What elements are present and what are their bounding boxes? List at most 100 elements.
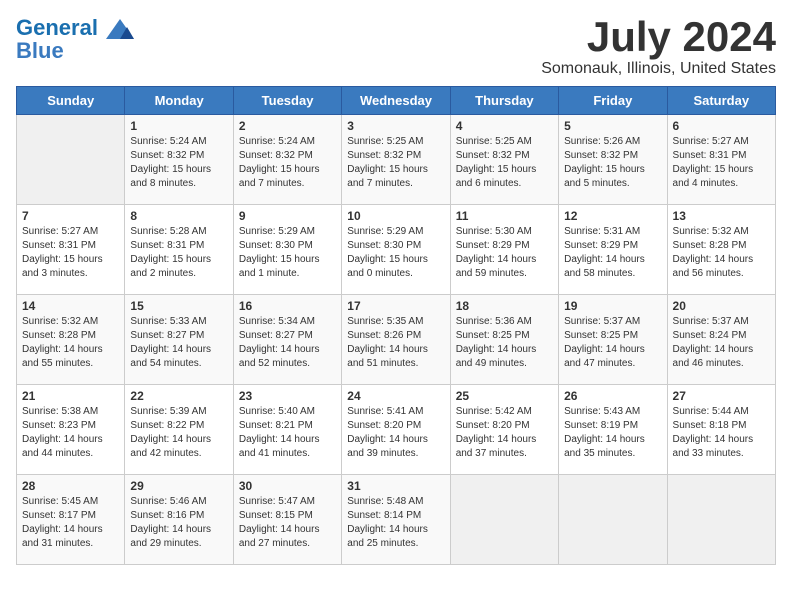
table-row: 23 Sunrise: 5:40 AM Sunset: 8:21 PM Dayli… bbox=[233, 385, 341, 475]
calendar-row: 7 Sunrise: 5:27 AM Sunset: 8:31 PM Daylig… bbox=[17, 205, 776, 295]
day-info: Sunrise: 5:46 AM Sunset: 8:16 PM Dayligh… bbox=[130, 495, 227, 551]
day-number: 5 bbox=[564, 119, 661, 133]
day-info: Sunrise: 5:29 AM Sunset: 8:30 PM Dayligh… bbox=[347, 225, 444, 281]
header-monday: Monday bbox=[125, 87, 233, 115]
day-number: 18 bbox=[456, 299, 553, 313]
day-info: Sunrise: 5:34 AM Sunset: 8:27 PM Dayligh… bbox=[239, 315, 336, 371]
header-sunday: Sunday bbox=[17, 87, 125, 115]
day-info: Sunrise: 5:31 AM Sunset: 8:29 PM Dayligh… bbox=[564, 225, 661, 281]
logo: General Blue bbox=[16, 16, 134, 62]
table-row: 25Sunrise: 5:42 AM Sunset: 8:20 PM Dayli… bbox=[450, 385, 558, 475]
table-row: 28 Sunrise: 5:45 AM Sunset: 8:17 PM Dayli… bbox=[17, 475, 125, 565]
table-row: 15 Sunrise: 5:33 AM Sunset: 8:27 PM Dayli… bbox=[125, 295, 233, 385]
day-info: Sunrise: 5:25 AM Sunset: 8:32 PM Dayligh… bbox=[347, 135, 444, 191]
table-row: 5 Sunrise: 5:26 AM Sunset: 8:32 PM Daylig… bbox=[559, 115, 667, 205]
day-number: 6 bbox=[673, 119, 770, 133]
day-number: 29 bbox=[130, 479, 227, 493]
day-info: Sunrise: 5:41 AM Sunset: 8:20 PM Dayligh… bbox=[347, 405, 444, 461]
day-info: Sunrise: 5:24 AM Sunset: 8:32 PM Dayligh… bbox=[239, 135, 336, 191]
table-row: 20 Sunrise: 5:37 AM Sunset: 8:24 PM Dayli… bbox=[667, 295, 775, 385]
day-number: 22 bbox=[130, 389, 227, 403]
day-number: 2 bbox=[239, 119, 336, 133]
weekday-header-row: Sunday Monday Tuesday Wednesday Thursday… bbox=[17, 87, 776, 115]
table-row: 4Sunrise: 5:25 AM Sunset: 8:32 PM Daylig… bbox=[450, 115, 558, 205]
day-number: 1 bbox=[130, 119, 227, 133]
calendar-row: 14Sunrise: 5:32 AM Sunset: 8:28 PM Dayli… bbox=[17, 295, 776, 385]
table-row: 30Sunrise: 5:47 AM Sunset: 8:15 PM Dayli… bbox=[233, 475, 341, 565]
day-info: Sunrise: 5:30 AM Sunset: 8:29 PM Dayligh… bbox=[456, 225, 553, 281]
day-number: 16 bbox=[239, 299, 336, 313]
header-tuesday: Tuesday bbox=[233, 87, 341, 115]
day-number: 24 bbox=[347, 389, 444, 403]
table-row bbox=[667, 475, 775, 565]
table-row bbox=[17, 115, 125, 205]
day-number: 13 bbox=[673, 209, 770, 223]
table-row: 10 Sunrise: 5:29 AM Sunset: 8:30 PM Dayli… bbox=[342, 205, 450, 295]
table-row: 19 Sunrise: 5:37 AM Sunset: 8:25 PM Dayli… bbox=[559, 295, 667, 385]
table-row bbox=[450, 475, 558, 565]
table-row: 18 Sunrise: 5:36 AM Sunset: 8:25 PM Dayli… bbox=[450, 295, 558, 385]
table-row bbox=[559, 475, 667, 565]
day-info: Sunrise: 5:40 AM Sunset: 8:21 PM Dayligh… bbox=[239, 405, 336, 461]
day-number: 27 bbox=[673, 389, 770, 403]
location-title: Somonauk, Illinois, United States bbox=[541, 60, 776, 78]
day-info: Sunrise: 5:24 AM Sunset: 8:32 PM Dayligh… bbox=[130, 135, 227, 191]
day-info: Sunrise: 5:48 AM Sunset: 8:14 PM Dayligh… bbox=[347, 495, 444, 551]
day-number: 9 bbox=[239, 209, 336, 223]
day-number: 10 bbox=[347, 209, 444, 223]
header-wednesday: Wednesday bbox=[342, 87, 450, 115]
table-row: 14Sunrise: 5:32 AM Sunset: 8:28 PM Dayli… bbox=[17, 295, 125, 385]
day-number: 7 bbox=[22, 209, 119, 223]
day-info: Sunrise: 5:28 AM Sunset: 8:31 PM Dayligh… bbox=[130, 225, 227, 281]
table-row: 29 Sunrise: 5:46 AM Sunset: 8:16 PM Dayli… bbox=[125, 475, 233, 565]
day-number: 28 bbox=[22, 479, 119, 493]
table-row: 9 Sunrise: 5:29 AM Sunset: 8:30 PM Daylig… bbox=[233, 205, 341, 295]
day-number: 17 bbox=[347, 299, 444, 313]
day-info: Sunrise: 5:43 AM Sunset: 8:19 PM Dayligh… bbox=[564, 405, 661, 461]
day-number: 11 bbox=[456, 209, 553, 223]
day-number: 19 bbox=[564, 299, 661, 313]
day-info: Sunrise: 5:45 AM Sunset: 8:17 PM Dayligh… bbox=[22, 495, 119, 551]
table-row: 8 Sunrise: 5:28 AM Sunset: 8:31 PM Daylig… bbox=[125, 205, 233, 295]
day-number: 20 bbox=[673, 299, 770, 313]
table-row: 22Sunrise: 5:39 AM Sunset: 8:22 PM Dayli… bbox=[125, 385, 233, 475]
day-info: Sunrise: 5:27 AM Sunset: 8:31 PM Dayligh… bbox=[673, 135, 770, 191]
table-row: 11 Sunrise: 5:30 AM Sunset: 8:29 PM Dayli… bbox=[450, 205, 558, 295]
table-row: 24 Sunrise: 5:41 AM Sunset: 8:20 PM Dayli… bbox=[342, 385, 450, 475]
day-info: Sunrise: 5:27 AM Sunset: 8:31 PM Dayligh… bbox=[22, 225, 119, 281]
page-header: General Blue July 2024 Somonauk, Illinoi… bbox=[16, 16, 776, 78]
table-row: 1 Sunrise: 5:24 AM Sunset: 8:32 PM Daylig… bbox=[125, 115, 233, 205]
table-row: 3 Sunrise: 5:25 AM Sunset: 8:32 PM Daylig… bbox=[342, 115, 450, 205]
day-number: 21 bbox=[22, 389, 119, 403]
calendar-header: Sunday Monday Tuesday Wednesday Thursday… bbox=[17, 87, 776, 115]
day-info: Sunrise: 5:37 AM Sunset: 8:25 PM Dayligh… bbox=[564, 315, 661, 371]
day-info: Sunrise: 5:36 AM Sunset: 8:25 PM Dayligh… bbox=[456, 315, 553, 371]
day-number: 4 bbox=[456, 119, 553, 133]
day-info: Sunrise: 5:47 AM Sunset: 8:15 PM Dayligh… bbox=[239, 495, 336, 551]
day-info: Sunrise: 5:33 AM Sunset: 8:27 PM Dayligh… bbox=[130, 315, 227, 371]
table-row: 13 Sunrise: 5:32 AM Sunset: 8:28 PM Dayli… bbox=[667, 205, 775, 295]
calendar-row: 21Sunrise: 5:38 AM Sunset: 8:23 PM Dayli… bbox=[17, 385, 776, 475]
day-info: Sunrise: 5:32 AM Sunset: 8:28 PM Dayligh… bbox=[673, 225, 770, 281]
header-thursday: Thursday bbox=[450, 87, 558, 115]
day-number: 31 bbox=[347, 479, 444, 493]
day-number: 8 bbox=[130, 209, 227, 223]
table-row: 7 Sunrise: 5:27 AM Sunset: 8:31 PM Daylig… bbox=[17, 205, 125, 295]
day-number: 15 bbox=[130, 299, 227, 313]
header-friday: Friday bbox=[559, 87, 667, 115]
calendar-row: 1 Sunrise: 5:24 AM Sunset: 8:32 PM Daylig… bbox=[17, 115, 776, 205]
day-info: Sunrise: 5:29 AM Sunset: 8:30 PM Dayligh… bbox=[239, 225, 336, 281]
day-info: Sunrise: 5:26 AM Sunset: 8:32 PM Dayligh… bbox=[564, 135, 661, 191]
table-row: 26 Sunrise: 5:43 AM Sunset: 8:19 PM Dayli… bbox=[559, 385, 667, 475]
day-number: 14 bbox=[22, 299, 119, 313]
day-number: 23 bbox=[239, 389, 336, 403]
day-info: Sunrise: 5:37 AM Sunset: 8:24 PM Dayligh… bbox=[673, 315, 770, 371]
logo-text: General bbox=[16, 16, 134, 40]
month-title: July 2024 bbox=[541, 16, 776, 58]
table-row: 27Sunrise: 5:44 AM Sunset: 8:18 PM Dayli… bbox=[667, 385, 775, 475]
day-number: 3 bbox=[347, 119, 444, 133]
table-row: 6 Sunrise: 5:27 AM Sunset: 8:31 PM Daylig… bbox=[667, 115, 775, 205]
calendar-body: 1 Sunrise: 5:24 AM Sunset: 8:32 PM Daylig… bbox=[17, 115, 776, 565]
day-number: 26 bbox=[564, 389, 661, 403]
day-info: Sunrise: 5:42 AM Sunset: 8:20 PM Dayligh… bbox=[456, 405, 553, 461]
